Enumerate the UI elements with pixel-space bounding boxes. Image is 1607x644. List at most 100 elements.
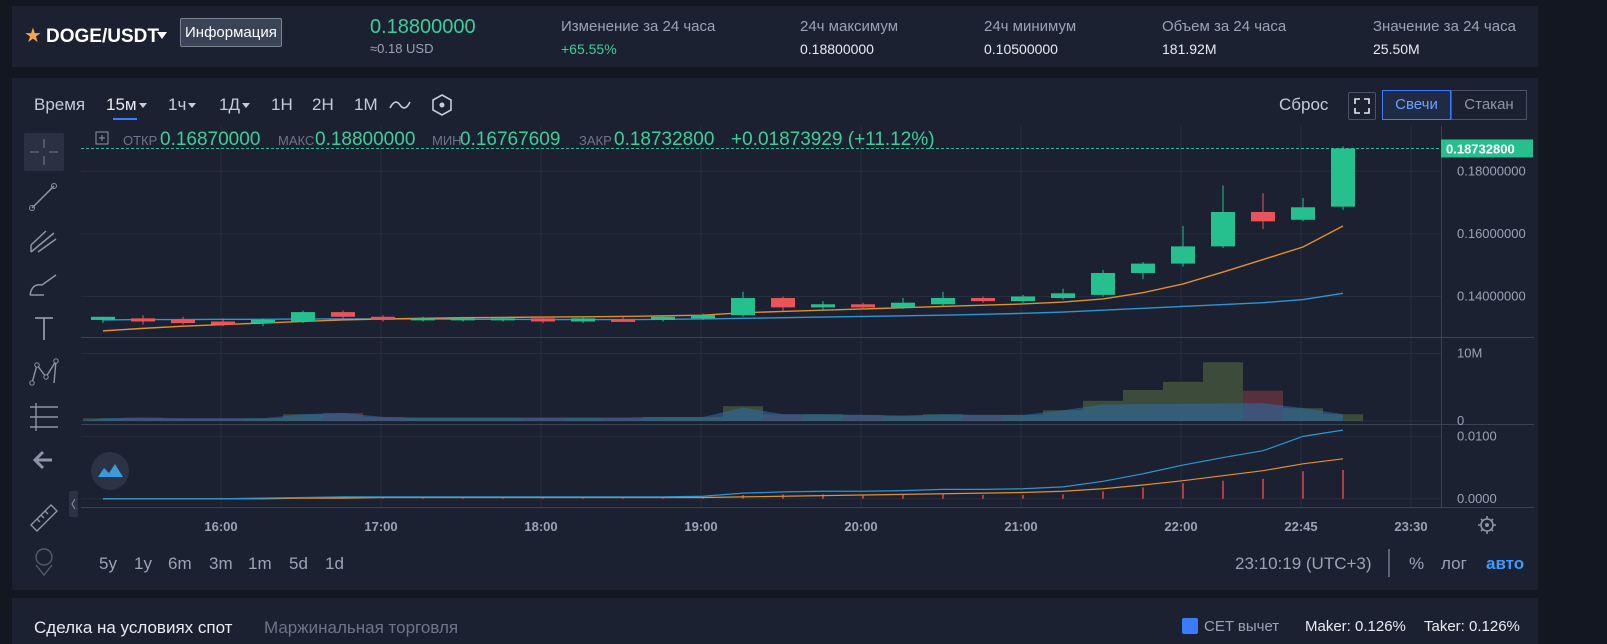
volume-pane — [83, 362, 1363, 421]
order-panel-header: Сделка на условиях спот Маржинальная тор… — [12, 598, 1538, 644]
stat-label: Значение за 24 часа — [1373, 18, 1516, 35]
stat-volume: Объем за 24 часа 181.92M — [1162, 18, 1286, 57]
histogram-bar — [1342, 470, 1344, 499]
candle-body — [171, 319, 195, 324]
stat-value: 0.18800000 — [800, 41, 874, 57]
stat-value: 181.92M — [1162, 41, 1217, 57]
ma-fast-line — [102, 225, 1344, 332]
histogram-bar — [1182, 483, 1184, 499]
indicator-line-slow — [103, 458, 1344, 500]
tab-margin[interactable]: Маржинальная торговля — [264, 618, 458, 638]
candle-body — [1291, 207, 1315, 220]
stat-label: 24ч максимум — [800, 18, 899, 35]
candle-body — [1011, 296, 1035, 302]
range-1m[interactable]: 1m — [248, 554, 272, 574]
volume-tick-label: 0 — [1457, 413, 1464, 428]
range-6m[interactable]: 6m — [168, 554, 192, 574]
histogram-bar — [622, 498, 624, 499]
candle-body — [731, 298, 755, 316]
chart-panel: Время 15м 1ч 1Д 1Н 2Н 1М Сброс Свечи Ста… — [12, 78, 1538, 590]
candle-body — [91, 316, 115, 320]
cet-checkbox[interactable] — [1182, 618, 1198, 634]
pane-divider — [81, 337, 1534, 338]
histogram-bar — [382, 498, 384, 499]
range-1y[interactable]: 1y — [134, 554, 152, 574]
candle-body — [1131, 263, 1155, 273]
x-tick-label: 16:00 — [204, 519, 237, 534]
candle-body — [931, 298, 955, 305]
candle-body — [971, 298, 995, 302]
stat-label: 24ч минимум — [984, 18, 1077, 35]
ma-slow-line — [102, 292, 1344, 321]
ticker-bar: ★ DOGE/USDT Информация 0.18800000 ≈0.18 … — [12, 6, 1538, 67]
candle-body — [771, 298, 795, 308]
histogram-bar — [502, 498, 504, 499]
x-tick-label: 21:00 — [1004, 519, 1037, 534]
histogram-bar — [582, 498, 584, 499]
histogram-bar — [662, 498, 664, 499]
candlestick-series — [91, 146, 1355, 327]
open-label: ОТКР — [123, 133, 157, 148]
stat-low: 24ч минимум 0.10500000 — [984, 18, 1076, 57]
stat-change: Изменение за 24 часа +65.55% — [561, 18, 715, 57]
separator — [1388, 549, 1390, 577]
maker-fee: Maker: 0.126% — [1305, 618, 1406, 635]
range-1d[interactable]: 1d — [325, 554, 344, 574]
ohlc-legend: ОТКР 0.16870000 МАКС 0.18800000 МИН 0.16… — [123, 129, 935, 150]
chevron-down-icon[interactable] — [157, 32, 167, 39]
log-scale-toggle[interactable]: лог — [1441, 554, 1467, 574]
histogram-bar — [1142, 487, 1144, 499]
indicator-tick-label: 0.0000 — [1457, 491, 1497, 506]
chart-axes: 16:00 17:00 18:00 19:00 20:00 21:00 22:00 22:45… — [204, 163, 1525, 534]
candle-body — [451, 318, 475, 321]
y-tick-label: 0.14000000 — [1457, 288, 1526, 303]
indicator-tick-label: 0.0100 — [1457, 428, 1497, 443]
stat-turnover: Значение за 24 часа 25.50M — [1373, 18, 1516, 57]
close-label: ЗАКР — [579, 133, 612, 148]
candle-body — [1211, 211, 1235, 247]
info-button[interactable]: Информация — [180, 18, 282, 47]
pair-selector[interactable]: DOGE/USDT — [46, 26, 159, 48]
indicator-pane — [103, 429, 1344, 500]
candle-body — [251, 319, 275, 324]
price-chart[interactable]: 16:00 17:00 18:00 19:00 20:00 21:00 22:00 22:45… — [12, 78, 1538, 590]
candle-body — [651, 316, 675, 320]
chart-clock: 23:10:19 (UTC+3) — [1235, 554, 1372, 573]
favorite-star-icon[interactable]: ★ — [24, 26, 42, 46]
close-value: 0.18732800 — [614, 129, 714, 150]
y-tick-label: 0.16000000 — [1457, 226, 1526, 241]
plus-icon — [99, 135, 105, 141]
range-5d[interactable]: 5d — [289, 554, 308, 574]
candle-body — [1251, 211, 1275, 222]
x-tick-label: 19:00 — [684, 519, 717, 534]
range-5y[interactable]: 5y — [99, 554, 117, 574]
stat-label: Изменение за 24 часа — [561, 18, 716, 35]
x-tick-label: 22:00 — [1164, 519, 1197, 534]
stat-value: 0.10500000 — [984, 41, 1058, 57]
pane-divider — [81, 424, 1534, 425]
stat-value: 25.50M — [1373, 41, 1420, 57]
collapse-toolbar-tab[interactable] — [69, 491, 78, 517]
tab-spot[interactable]: Сделка на условиях спот — [34, 618, 232, 638]
candle-body — [491, 318, 515, 321]
stat-value: +65.55% — [561, 41, 617, 57]
x-tick-label: 17:00 — [364, 519, 397, 534]
range-3m[interactable]: 3m — [209, 554, 233, 574]
low-label: МИН — [432, 133, 462, 148]
high-value: 0.18800000 — [315, 129, 415, 150]
open-value: 0.16870000 — [160, 129, 260, 150]
settings-icon[interactable] — [1478, 516, 1496, 534]
high-label: МАКС — [278, 133, 314, 148]
candle-body — [691, 315, 715, 319]
candle-body — [891, 302, 915, 308]
histogram-bar — [422, 498, 424, 499]
auto-scale-toggle[interactable]: авто — [1486, 554, 1524, 574]
candle-body — [811, 304, 835, 308]
histogram-bar — [542, 498, 544, 499]
percent-scale-toggle[interactable]: % — [1409, 554, 1424, 574]
moving-averages — [102, 225, 1344, 332]
histogram-bar — [1102, 491, 1104, 499]
stat-label: Объем за 24 часа — [1162, 18, 1287, 35]
x-tick-label: 18:00 — [524, 519, 557, 534]
candle-body — [131, 318, 155, 322]
